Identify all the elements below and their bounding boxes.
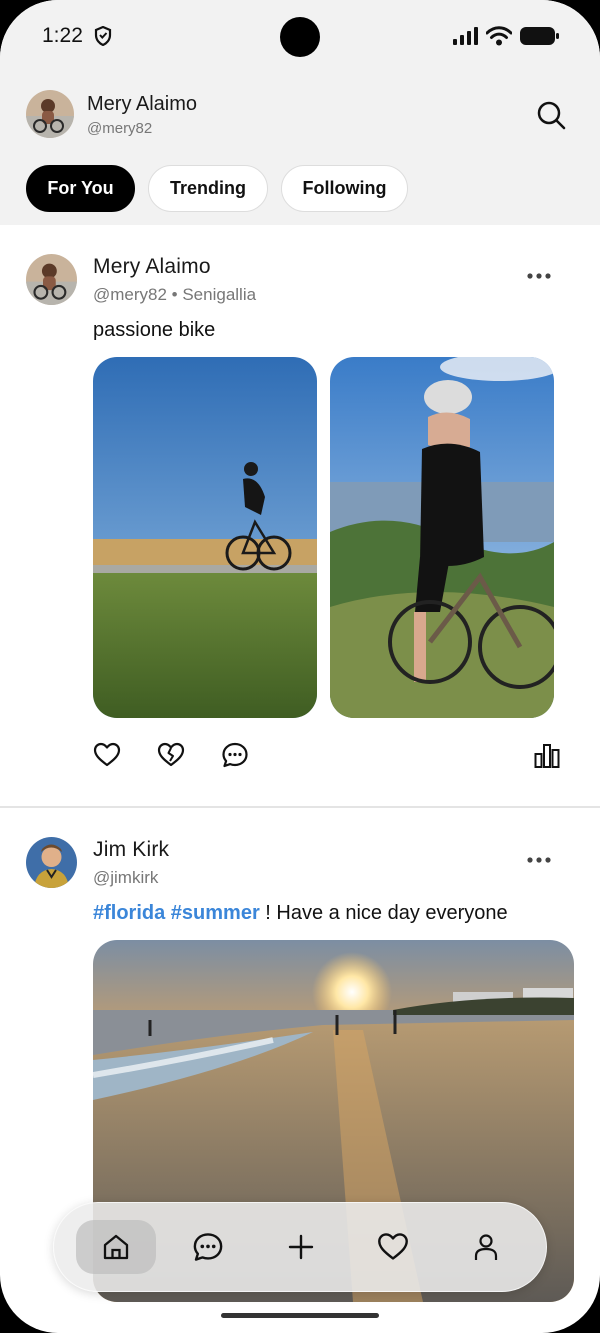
chat-icon — [193, 1233, 223, 1261]
heart-icon[interactable] — [93, 741, 121, 769]
app-header: Mery Alaimo @mery82 For You Trending Fol… — [0, 72, 600, 225]
post-card[interactable]: Mery Alaimo @mery82 • Senigallia passion… — [0, 225, 600, 807]
bottom-navigation — [53, 1202, 547, 1292]
author-handle-location: @jimkirk — [93, 868, 159, 887]
post-actions — [93, 741, 249, 769]
front-camera — [280, 17, 320, 57]
phone-screen: 1:22 Mery Alaimo @mery82 For You Trendin… — [0, 0, 600, 1333]
author-name[interactable]: Jim Kirk — [93, 838, 169, 862]
more-options-icon[interactable] — [526, 854, 552, 866]
avatar[interactable] — [26, 90, 74, 138]
plus-icon — [288, 1234, 314, 1260]
nav-profile[interactable] — [446, 1220, 526, 1274]
nav-home[interactable] — [76, 1220, 156, 1274]
post-hashtags[interactable]: #florida #summer — [93, 902, 260, 924]
nav-likes[interactable] — [353, 1220, 433, 1274]
nav-messages[interactable] — [168, 1220, 248, 1274]
wifi-icon — [486, 26, 512, 46]
post-text: passione bike — [93, 319, 216, 341]
author-handle-location: @mery82 • Senigallia — [93, 285, 257, 304]
stats-icon[interactable] — [533, 741, 561, 769]
post-image-cyclist-road[interactable] — [93, 357, 317, 718]
search-icon[interactable] — [536, 100, 566, 130]
tab-trending[interactable]: Trending — [148, 165, 268, 212]
shield-icon — [94, 26, 112, 46]
signal-icon — [453, 27, 478, 45]
author-avatar[interactable] — [26, 254, 77, 305]
more-options-icon[interactable] — [526, 270, 552, 282]
post-image-cyclist-mountain[interactable] — [330, 357, 554, 718]
home-indicator[interactable] — [221, 1313, 379, 1318]
author-name[interactable]: Mery Alaimo — [93, 255, 211, 279]
nav-create-post[interactable] — [261, 1220, 341, 1274]
post-text: #florida #summer ! Have a nice day every… — [93, 902, 508, 925]
tab-for-you[interactable]: For You — [26, 165, 135, 212]
post-text-body: ! Have a nice day everyone — [265, 902, 508, 924]
current-user-name: Mery Alaimo — [87, 93, 198, 115]
battery-icon — [520, 27, 559, 45]
author-avatar[interactable] — [26, 837, 77, 888]
comment-icon[interactable] — [221, 741, 249, 769]
user-icon — [474, 1234, 498, 1260]
heart-icon — [378, 1233, 408, 1260]
current-user-handle: @mery82 — [87, 120, 153, 137]
feed-tabs: For You Trending Following — [26, 165, 408, 212]
home-icon — [103, 1234, 129, 1260]
tab-following[interactable]: Following — [281, 165, 408, 212]
status-icons — [452, 26, 560, 46]
broken-heart-icon[interactable] — [157, 741, 185, 769]
status-bar: 1:22 — [0, 0, 600, 72]
status-time: 1:22 — [42, 24, 83, 47]
